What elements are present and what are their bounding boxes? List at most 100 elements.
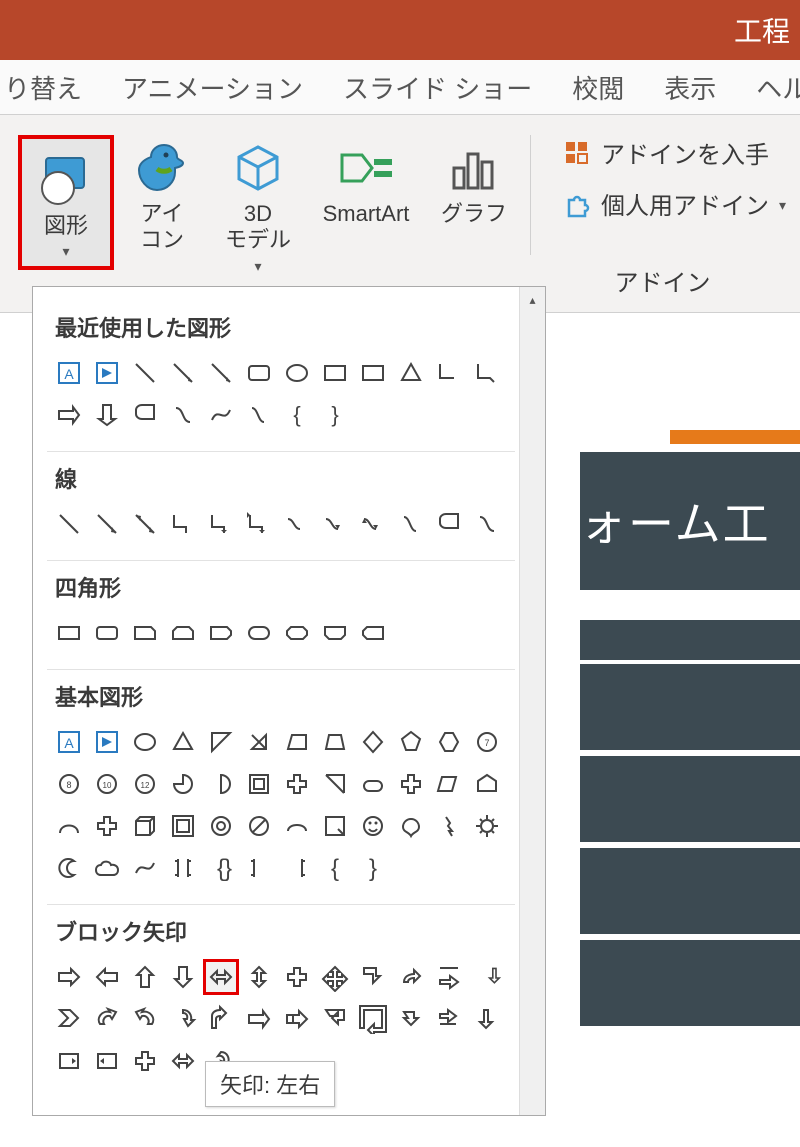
shape-item[interactable] bbox=[355, 724, 391, 760]
shape-item[interactable] bbox=[241, 615, 277, 651]
shape-item[interactable] bbox=[393, 355, 429, 391]
shape-item[interactable] bbox=[165, 1001, 201, 1037]
shape-item[interactable] bbox=[89, 1043, 125, 1079]
shape-item[interactable] bbox=[165, 959, 201, 995]
shape-item[interactable]: 7 bbox=[469, 724, 505, 760]
shape-item[interactable] bbox=[203, 724, 239, 760]
shape-item[interactable] bbox=[431, 724, 467, 760]
shape-item[interactable] bbox=[431, 1001, 467, 1037]
shape-item[interactable] bbox=[355, 808, 391, 844]
shape-item[interactable] bbox=[203, 397, 239, 433]
shape-item[interactable]: } bbox=[355, 850, 391, 886]
shape-item[interactable]: 10 bbox=[89, 766, 125, 802]
shape-item[interactable] bbox=[203, 615, 239, 651]
shape-item[interactable] bbox=[51, 506, 87, 542]
shape-item[interactable] bbox=[165, 615, 201, 651]
shape-item[interactable] bbox=[203, 766, 239, 802]
shape-item[interactable] bbox=[393, 1001, 429, 1037]
shape-item[interactable] bbox=[355, 766, 391, 802]
shape-item[interactable] bbox=[51, 808, 87, 844]
shape-item[interactable] bbox=[89, 615, 125, 651]
shape-item[interactable] bbox=[241, 808, 277, 844]
shape-item[interactable]: 8 bbox=[51, 766, 87, 802]
shape-item[interactable] bbox=[127, 959, 163, 995]
shape-item[interactable] bbox=[469, 959, 505, 995]
tab-help[interactable]: ヘル bbox=[756, 69, 800, 106]
shape-item[interactable] bbox=[203, 506, 239, 542]
shape-item[interactable]: {} bbox=[203, 850, 239, 886]
shape-item[interactable] bbox=[431, 766, 467, 802]
shape-item[interactable] bbox=[279, 506, 315, 542]
shape-item[interactable] bbox=[89, 355, 125, 391]
shape-item[interactable] bbox=[241, 959, 277, 995]
shape-item[interactable] bbox=[279, 808, 315, 844]
shape-item[interactable]: A bbox=[51, 355, 87, 391]
shape-item[interactable] bbox=[127, 397, 163, 433]
shape-item[interactable] bbox=[51, 850, 87, 886]
shape-item[interactable]: { bbox=[317, 850, 353, 886]
shape-item[interactable] bbox=[51, 1043, 87, 1079]
shape-item[interactable] bbox=[165, 1043, 201, 1079]
shape-item[interactable] bbox=[241, 850, 277, 886]
shape-item[interactable] bbox=[355, 959, 391, 995]
shape-item[interactable] bbox=[355, 506, 391, 542]
shape-item[interactable] bbox=[89, 397, 125, 433]
shape-item[interactable] bbox=[469, 766, 505, 802]
shape-item[interactable] bbox=[393, 959, 429, 995]
shape-item[interactable] bbox=[165, 808, 201, 844]
shape-item[interactable] bbox=[469, 355, 505, 391]
shape-item[interactable] bbox=[203, 1001, 239, 1037]
shape-item[interactable] bbox=[393, 724, 429, 760]
shape-item[interactable]: "/> bbox=[317, 766, 353, 802]
tab-animations[interactable]: アニメーション bbox=[122, 69, 303, 106]
shape-item[interactable] bbox=[127, 355, 163, 391]
shape-item[interactable] bbox=[317, 959, 353, 995]
shape-item[interactable] bbox=[165, 766, 201, 802]
shape-item[interactable] bbox=[127, 724, 163, 760]
shape-item[interactable] bbox=[279, 1001, 315, 1037]
smartart-button[interactable]: SmartArt bbox=[306, 135, 426, 227]
tab-transitions[interactable]: り替え bbox=[4, 69, 82, 106]
shape-item[interactable] bbox=[355, 615, 391, 651]
shape-item[interactable] bbox=[165, 724, 201, 760]
shape-item[interactable] bbox=[355, 1001, 391, 1037]
shape-item[interactable] bbox=[469, 1001, 505, 1037]
shape-item[interactable] bbox=[279, 850, 315, 886]
shape-item[interactable] bbox=[127, 506, 163, 542]
shape-item[interactable] bbox=[51, 615, 87, 651]
shape-item[interactable] bbox=[317, 506, 353, 542]
shape-item[interactable] bbox=[241, 766, 277, 802]
shape-item[interactable] bbox=[317, 355, 353, 391]
shape-item[interactable]: A bbox=[51, 724, 87, 760]
shape-item[interactable] bbox=[51, 397, 87, 433]
shape-item[interactable] bbox=[431, 355, 467, 391]
shape-item[interactable] bbox=[165, 506, 201, 542]
shape-item[interactable] bbox=[127, 615, 163, 651]
shape-item[interactable]: { bbox=[279, 397, 315, 433]
shape-item[interactable] bbox=[241, 355, 277, 391]
shape-item[interactable] bbox=[431, 808, 467, 844]
shape-left-right-arrow[interactable] bbox=[203, 959, 239, 995]
shape-item[interactable] bbox=[127, 1043, 163, 1079]
shape-item[interactable] bbox=[165, 397, 201, 433]
shape-item[interactable] bbox=[317, 1001, 353, 1037]
shape-item[interactable] bbox=[469, 506, 505, 542]
shape-item[interactable] bbox=[241, 397, 277, 433]
scroll-up-icon[interactable]: ▴ bbox=[520, 287, 545, 313]
get-addins-button[interactable]: アドインを入手 bbox=[563, 135, 786, 170]
shape-item[interactable] bbox=[393, 766, 429, 802]
shape-item[interactable] bbox=[203, 808, 239, 844]
shape-item[interactable] bbox=[127, 808, 163, 844]
tab-slideshow[interactable]: スライド ショー bbox=[343, 69, 532, 106]
shape-item[interactable]: 12 bbox=[127, 766, 163, 802]
shape-item[interactable] bbox=[469, 808, 505, 844]
shape-item[interactable] bbox=[165, 850, 201, 886]
shape-item[interactable] bbox=[89, 506, 125, 542]
shape-item[interactable] bbox=[279, 615, 315, 651]
shape-item[interactable] bbox=[51, 1001, 87, 1037]
shape-item[interactable] bbox=[89, 724, 125, 760]
shape-item[interactable] bbox=[279, 724, 315, 760]
3dmodels-button[interactable]: 3D モデル ▾ bbox=[210, 135, 306, 275]
shape-item[interactable] bbox=[51, 959, 87, 995]
shape-item[interactable]: } bbox=[317, 397, 353, 433]
